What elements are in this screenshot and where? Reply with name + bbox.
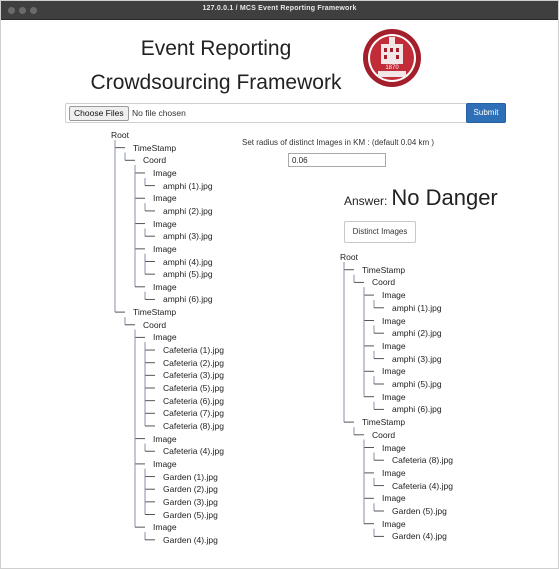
answer-value: No Danger [391, 185, 498, 210]
tree-node: Image [382, 493, 406, 504]
tree-leaf-image-file: amphi (3).jpg [163, 231, 213, 242]
tree-leaf-image-file: amphi (1).jpg [392, 302, 442, 313]
tree-leaf-image-file: amphi (2).jpg [163, 205, 213, 216]
tree-leaf-image-file: Garden (4).jpg [392, 531, 447, 542]
file-upload-bar: Choose Files No file chosen Submit [65, 103, 506, 123]
tree-node: Image [382, 391, 406, 402]
tree-leaf-image-file: Cafeteria (5).jpg [163, 383, 224, 393]
tree-node: Image [153, 218, 177, 229]
tree-leaf-image-file: Cafeteria (4).jpg [392, 480, 453, 491]
tree-leaf-image-file: Garden (2).jpg [163, 484, 218, 495]
tree-node: Image [382, 290, 406, 301]
tree-root: Root [340, 252, 358, 262]
tree-node: Image [153, 167, 177, 178]
tree-node: Image [382, 366, 406, 377]
tree-leaf-image-file: Garden (1).jpg [163, 471, 218, 482]
page-title-line2: Crowdsourcing Framework [90, 71, 342, 94]
answer-label: Answer: [344, 194, 388, 208]
radius-label: Set radius of distinct Images in KM : (d… [242, 138, 435, 147]
tree-node: Coord [143, 155, 167, 166]
distinct-images-button[interactable]: Distinct Images [344, 221, 416, 243]
tree-leaf-image-file: amphi (6).jpg [392, 404, 442, 415]
tree-node: Image [153, 522, 177, 533]
tree-leaf-image-file: amphi (6).jpg [163, 294, 213, 305]
tree-node: TimeStamp [362, 417, 406, 428]
tree-leaf-image-file: amphi (5).jpg [392, 379, 442, 389]
tree-leaf-image-file: Garden (4).jpg [163, 534, 218, 545]
tree-node: Coord [143, 319, 167, 330]
tree-leaf-image-file: Garden (5).jpg [392, 506, 447, 516]
tree-node: Image [153, 243, 177, 254]
tree-node: Image [153, 458, 177, 469]
no-file-chosen-text: No file chosen [132, 108, 186, 118]
tree-leaf-image-file: Cafeteria (8).jpg [163, 420, 224, 431]
tree-leaf-image-file: Cafeteria (8).jpg [392, 455, 453, 466]
tree-root: Root [111, 130, 129, 140]
tree-leaf-image-file: Cafeteria (2).jpg [163, 357, 224, 368]
tree-leaf-image-file: amphi (2).jpg [392, 328, 442, 339]
submit-button[interactable]: Submit [466, 103, 506, 123]
tree-leaf-image-file: Cafeteria (7).jpg [163, 408, 224, 419]
tree-node: TimeStamp [133, 307, 177, 318]
tree-node: Image [382, 467, 406, 478]
tree-leaf-image-file: amphi (4).jpg [163, 256, 213, 267]
university-seal-logo: 1870 [363, 29, 421, 87]
tree-node: Image [153, 332, 177, 343]
tree-node: Image [153, 193, 177, 204]
tree-node: Coord [372, 429, 396, 440]
tree-node: Image [382, 315, 406, 326]
tree-leaf-image-file: Cafeteria (4).jpg [163, 446, 224, 457]
tree-leaf-image-file: amphi (3).jpg [392, 353, 442, 364]
tree-leaf-image-file: Cafeteria (1).jpg [163, 345, 224, 356]
tree-leaf-image-file: Cafeteria (6).jpg [163, 395, 224, 406]
tree-node: Coord [372, 277, 396, 288]
seal-year: 1870 [385, 65, 399, 71]
tree-node: Image [153, 281, 177, 292]
tree-leaf-image-file: Garden (5).jpg [163, 509, 218, 520]
tree-node: TimeStamp [362, 264, 406, 275]
title-bar: 127.0.0.1 / MCS Event Reporting Framewor… [1, 1, 558, 20]
tree-node: Image [382, 340, 406, 351]
tree-node: TimeStamp [133, 142, 177, 153]
radius-input[interactable] [288, 153, 386, 167]
tree-leaf-image-file: amphi (5).jpg [163, 269, 213, 280]
tree-node: Image [382, 518, 406, 529]
tree-node: Image [382, 442, 406, 453]
answer-block: Answer: No Danger [344, 185, 498, 211]
browser-window: 127.0.0.1 / MCS Event Reporting Framewor… [0, 0, 559, 569]
tree-leaf-image-file: Cafeteria (3).jpg [163, 370, 224, 381]
page-title-line1: Event Reporting [140, 37, 292, 60]
tree-leaf-image-file: amphi (1).jpg [163, 180, 213, 191]
tree-node: Image [153, 433, 177, 444]
window-title: 127.0.0.1 / MCS Event Reporting Framewor… [202, 5, 357, 12]
tree-leaf-image-file: Garden (3).jpg [163, 496, 218, 507]
choose-files-button[interactable]: Choose Files [69, 106, 129, 121]
